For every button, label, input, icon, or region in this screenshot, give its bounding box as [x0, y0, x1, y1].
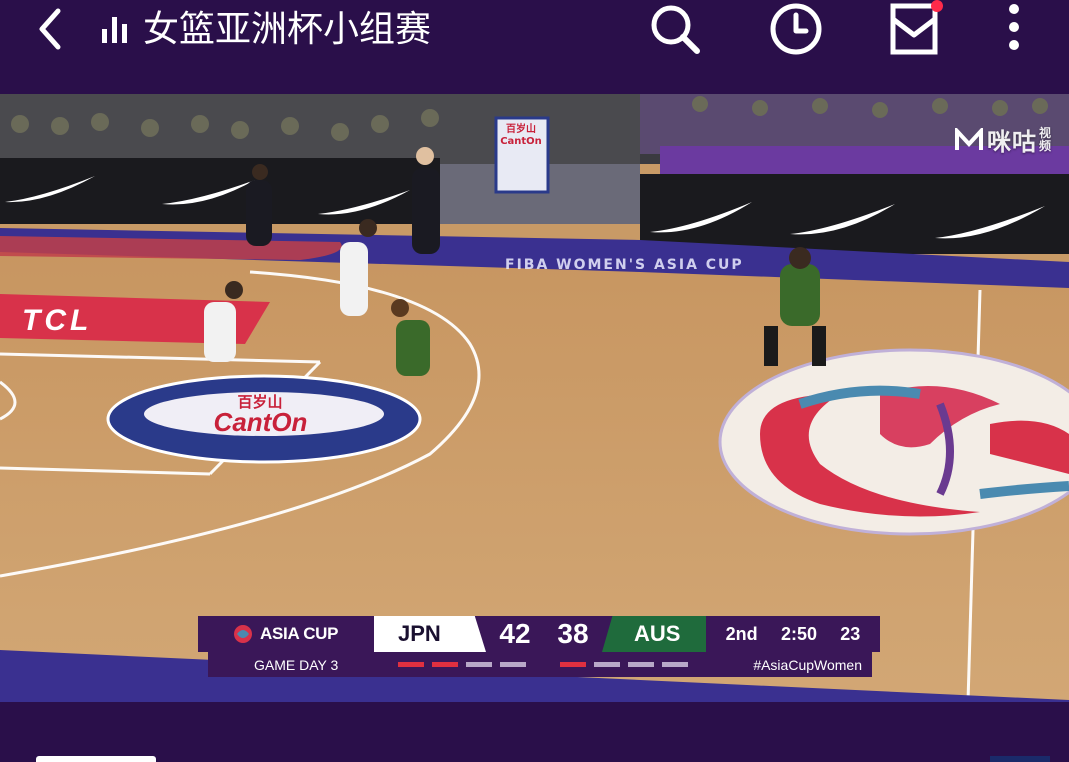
team-fouls — [386, 662, 692, 667]
search-icon — [651, 5, 700, 54]
history-clock-icon — [770, 3, 822, 55]
period: 2nd — [725, 623, 758, 644]
search-button[interactable] — [645, 0, 705, 58]
tcl-logo: TCL — [22, 304, 93, 337]
asia-cup-logo-icon — [234, 625, 252, 643]
home-foul-indicator — [466, 662, 492, 667]
top-app-bar: 女篮亚洲杯小组赛 — [0, 0, 1069, 94]
signal-bars-icon — [102, 17, 127, 43]
history-button[interactable] — [766, 0, 826, 58]
back-button[interactable] — [24, 4, 74, 54]
away-team: AUS — [602, 616, 706, 652]
home-foul-indicator — [398, 662, 424, 667]
notification-badge — [931, 0, 943, 12]
chevron-left-icon — [39, 8, 61, 50]
shot-clock: 23 — [840, 623, 861, 644]
more-button[interactable] — [984, 0, 1044, 58]
video-player[interactable]: 咪咕 视频 百岁山 CantOn FIBA WOMEN'S ASIA CUP T… — [0, 94, 1069, 702]
scoreboard-subbar: GAME DAY 3 #AsiaCupWomen — [208, 652, 872, 677]
watermark-brand: 咪咕 — [987, 128, 1037, 156]
game-day: GAME DAY 3 — [254, 656, 339, 673]
watermark-sub: 视频 — [1039, 125, 1053, 153]
home-score: 42 — [499, 618, 531, 649]
flag-icon — [990, 756, 1050, 762]
more-vertical-icon — [1009, 4, 1019, 50]
ad-board-text: FIBA WOMEN'S ASIA CUP — [505, 257, 744, 273]
away-foul-indicator — [560, 662, 586, 667]
scoreboard: ASIA CUP JPN 42 38 AUS 2nd 2:50 23 — [198, 616, 880, 652]
court-scene — [0, 94, 1069, 702]
game-clock-panel: 2nd 2:50 23 — [706, 616, 880, 652]
migu-logo-icon — [955, 127, 983, 150]
pillar-logo: 百岁山 CantOn — [500, 124, 542, 147]
flag-icon — [925, 756, 985, 762]
hashtag: #AsiaCupWomen — [753, 656, 862, 673]
content-card[interactable] — [36, 756, 156, 762]
away-foul-indicator — [594, 662, 620, 667]
home-foul-indicator — [500, 662, 526, 667]
away-score: 38 — [557, 618, 589, 649]
below-video-area — [0, 702, 1069, 762]
event-name: ASIA CUP — [260, 624, 339, 643]
home-team: JPN — [374, 616, 486, 652]
game-clock: 2:50 — [780, 623, 817, 644]
migu-watermark: 咪咕 视频 — [955, 122, 1053, 157]
event-badge: ASIA CUP — [198, 616, 374, 652]
away-foul-indicator — [628, 662, 654, 667]
home-foul-indicator — [432, 662, 458, 667]
center-logo-main: CantOn — [213, 407, 308, 437]
page-title: 女篮亚洲杯小组赛 — [143, 9, 432, 50]
away-foul-indicator — [662, 662, 688, 667]
